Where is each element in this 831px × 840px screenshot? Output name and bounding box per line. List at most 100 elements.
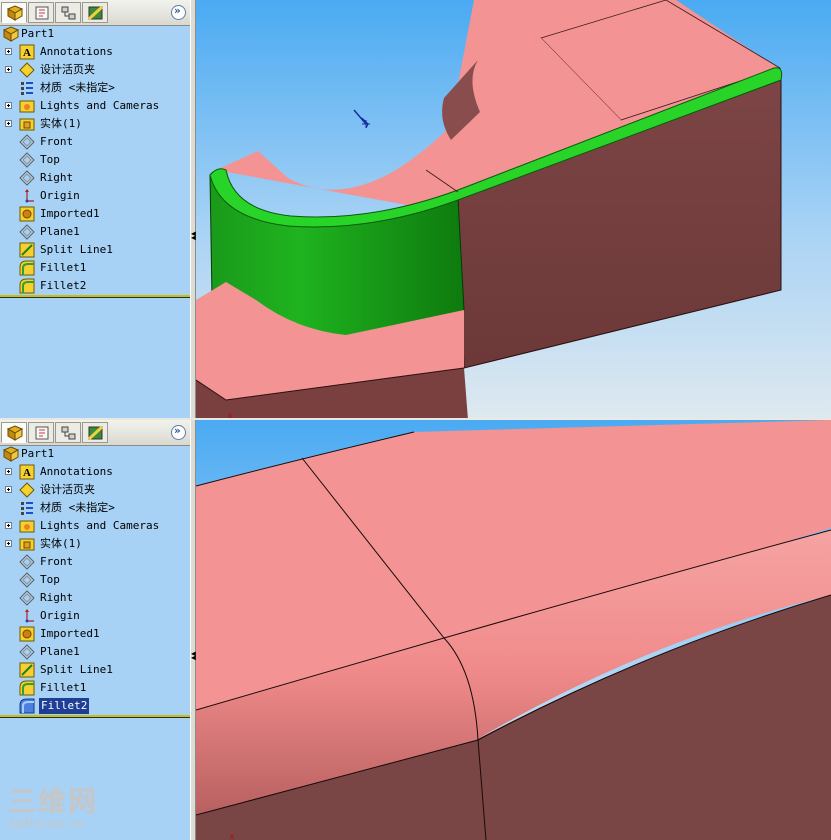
svg-text:A: A [23,467,31,479]
top-pane: » Part1 A Annotations 设计活页夹材质 <未指定> Lights a… [0,0,831,420]
tree-item[interactable]: Fillet1 [0,679,190,697]
display-manager-icon [87,5,104,21]
tree-item[interactable]: Top [0,571,190,589]
tree-item[interactable]: Right [0,169,190,187]
feature-tree: Part1 A Annotations 设计活页夹材质 <未指定> Lights and… [0,25,190,295]
tree-item-label: Front [40,135,74,148]
tree-item[interactable]: 实体(1) [0,535,190,553]
tree-item[interactable]: Imported1 [0,625,190,643]
expand-toggle-icon[interactable] [5,102,12,109]
expand-panel-button[interactable]: » [171,4,186,20]
graphics-viewport[interactable]: x [196,0,831,420]
tree-item-label: 实体(1) [40,537,82,550]
origin-triad-icon [353,109,370,129]
plane-icon [19,224,35,240]
tree-root-part[interactable]: Part1 [0,25,190,43]
tree-item-label: Plane1 [40,225,80,238]
tree-item[interactable]: 材质 <未指定> [0,499,190,517]
plane-icon [19,644,35,660]
tree-item-label: Annotations [40,465,113,478]
fillet-icon [19,680,35,696]
tree-item[interactable]: Front [0,133,190,151]
tree-item[interactable]: Origin [0,187,190,205]
feature-manager-panel: » Part1 A Annotations 设计活页夹材质 <未指定> Lights a… [0,420,190,840]
feature-manager-panel: » Part1 A Annotations 设计活页夹材质 <未指定> Lights a… [0,0,190,420]
tree-item[interactable]: Fillet1 [0,259,190,277]
display-manager-tab[interactable] [82,422,108,443]
tree-item[interactable]: Front [0,553,190,571]
display-manager-tab[interactable] [82,2,108,23]
design-binder-icon [19,62,35,78]
tree-item[interactable]: 设计活页夹 [0,481,190,499]
tree-item[interactable]: Origin [0,607,190,625]
tree-item[interactable]: Fillet2 [0,697,190,715]
tree-item[interactable]: Fillet2 [0,277,190,295]
property-manager-tab[interactable] [28,2,54,23]
tree-item[interactable]: Plane1 [0,643,190,661]
expand-toggle-icon[interactable] [5,48,12,55]
watermark: 三维网 3dPortal.cn [8,788,98,832]
tree-item-label: 设计活页夹 [40,63,95,76]
tree-item[interactable]: Lights and Cameras [0,517,190,535]
property-manager-icon [35,6,49,20]
feature-manager-tab[interactable] [1,2,27,23]
tree-item[interactable]: 设计活页夹 [0,61,190,79]
configuration-manager-tab[interactable] [55,2,81,23]
tree-item[interactable]: Split Line1 [0,661,190,679]
display-manager-icon [87,425,104,441]
plane-icon [19,590,35,606]
tree-item-label: Fillet2 [40,279,87,292]
model-view-overview: x [196,0,783,420]
tree-item-label: Split Line1 [40,663,113,676]
feature-manager-tab[interactable] [1,422,27,443]
tree-item-label: 设计活页夹 [40,483,95,496]
imported-feature-icon [19,206,35,222]
tree-root-part[interactable]: Part1 [0,445,190,463]
origin-marker: x [230,832,234,840]
lights-cameras-icon [19,518,35,534]
tree-item-label: Top [40,573,60,586]
tree-item[interactable]: Plane1 [0,223,190,241]
graphics-viewport[interactable]: x [196,420,831,840]
expand-panel-button[interactable]: » [171,424,186,440]
expand-toggle-icon[interactable] [5,540,12,547]
tree-item[interactable]: 实体(1) [0,115,190,133]
tree-item[interactable]: A Annotations [0,463,190,481]
imported-feature-icon [19,626,35,642]
tree-item-label: 材质 <未指定> [40,81,115,94]
design-binder-icon [19,482,35,498]
tree-item-label: Lights and Cameras [40,99,160,112]
tree-item-label: Plane1 [40,645,80,658]
fillet-icon [19,278,35,294]
expand-toggle-icon[interactable] [5,468,12,475]
solid-bodies-icon [19,116,35,132]
property-manager-tab[interactable] [28,422,54,443]
expand-toggle-icon[interactable] [5,66,12,73]
expand-toggle-icon[interactable] [5,486,12,493]
plane-icon [19,170,35,186]
bottom-pane: » Part1 A Annotations 设计活页夹材质 <未指定> Lights a… [0,420,831,840]
annotations-icon: A [19,464,35,480]
part-icon [2,26,20,42]
fillet-icon [19,260,35,276]
configuration-manager-tab[interactable] [55,422,81,443]
tree-item[interactable]: Right [0,589,190,607]
fillet-icon [19,698,35,714]
plane-icon [19,572,35,588]
tree-item-label: 实体(1) [40,117,82,130]
feature-tree: Part1 A Annotations 设计活页夹材质 <未指定> Lights and… [0,445,190,715]
tree-item-label: Fillet2 [39,698,90,714]
tree-item[interactable]: Split Line1 [0,241,190,259]
tree-item[interactable]: Imported1 [0,205,190,223]
expand-toggle-icon[interactable] [5,120,12,127]
tree-item-label: Fillet1 [40,681,87,694]
tree-item[interactable]: 材质 <未指定> [0,79,190,97]
watermark-url: 3dPortal.cn [8,816,85,831]
feature-manager-toolbar: » [0,420,190,446]
tree-item-label: Imported1 [40,207,100,220]
tree-item[interactable]: Top [0,151,190,169]
tree-item[interactable]: A Annotations [0,43,190,61]
tree-item-label: Annotations [40,45,113,58]
tree-item[interactable]: Lights and Cameras [0,97,190,115]
expand-toggle-icon[interactable] [5,522,12,529]
